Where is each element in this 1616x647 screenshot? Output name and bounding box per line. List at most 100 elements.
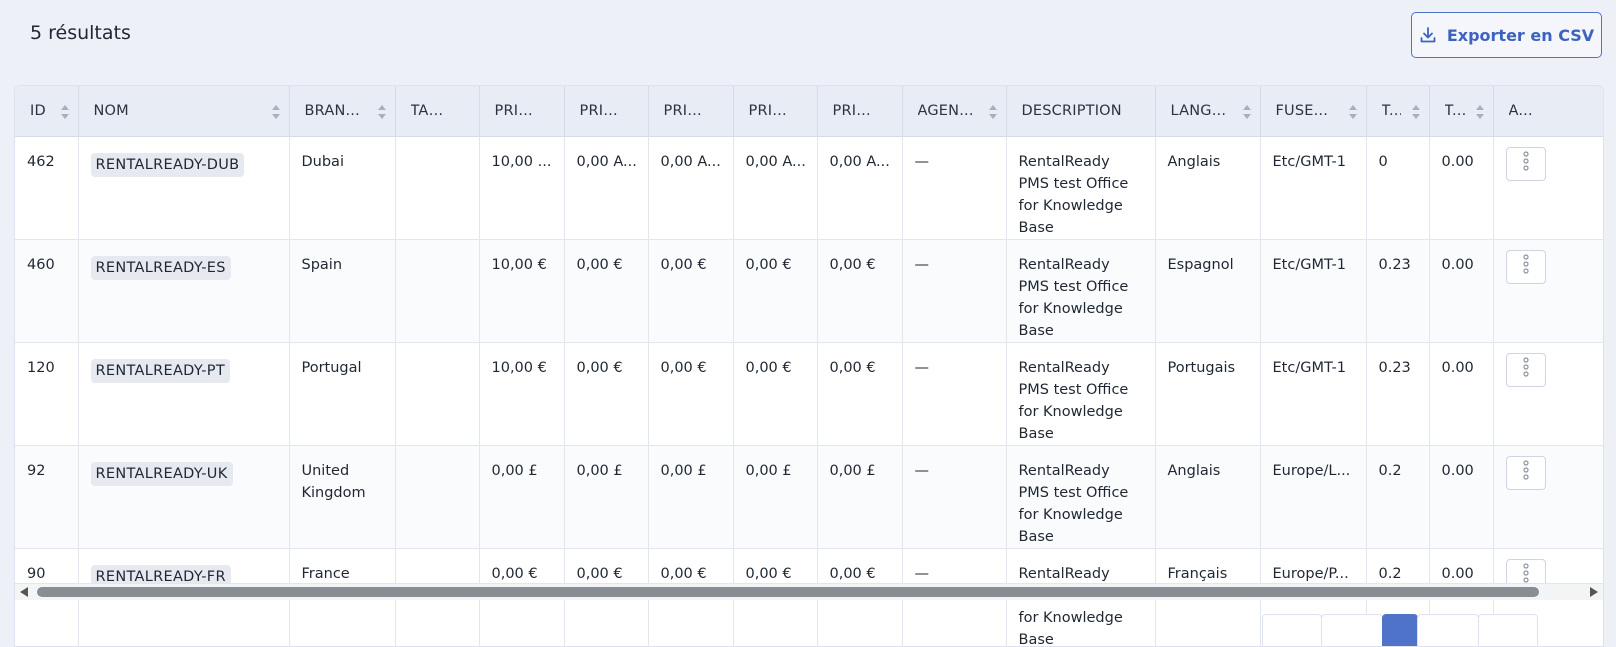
cell-langue: Anglais: [1155, 137, 1260, 240]
row-actions-button[interactable]: [1506, 353, 1546, 387]
scroll-left-arrow-icon[interactable]: [20, 587, 28, 597]
table-row[interactable]: 120RENTALREADY-PTPortugal10,00 €0,00 €0,…: [15, 343, 1603, 446]
column-header-nom[interactable]: NOM: [78, 86, 289, 137]
pagination-button[interactable]: [1417, 614, 1479, 647]
cell-id: 92: [15, 446, 78, 549]
cell-description: RentalReady PMS test Office for Knowledg…: [1006, 446, 1155, 549]
row-actions-button[interactable]: [1506, 147, 1546, 181]
pagination: [1263, 614, 1538, 647]
cell-prix2: 0,00 €: [564, 343, 648, 446]
cell-branch: Spain: [289, 240, 395, 343]
horizontal-scrollbar[interactable]: [15, 583, 1603, 600]
export-csv-button[interactable]: Exporter en CSV: [1411, 12, 1602, 58]
cell-t1: 0.2: [1366, 446, 1429, 549]
cell-t1: 0.23: [1366, 343, 1429, 446]
column-header-label: AGEN...: [918, 103, 974, 119]
cell-prix5: 0,00 £: [817, 446, 902, 549]
column-header-fuseau[interactable]: FUSE...: [1260, 86, 1366, 137]
column-header-langue[interactable]: LANG...: [1155, 86, 1260, 137]
cell-nom: RENTALREADY-PT: [78, 343, 289, 446]
sort-icon[interactable]: [377, 103, 387, 121]
row-actions-button[interactable]: [1506, 456, 1546, 490]
offices-table: ID NOM BRAN... TAXE... PRIX ... PRIX ... PRIX …: [15, 86, 1604, 647]
cell-branch: Dubai: [289, 137, 395, 240]
pagination-current-page[interactable]: [1382, 614, 1418, 647]
cell-nom: RENTALREADY-DUB: [78, 137, 289, 240]
table-row[interactable]: 92RENTALREADY-UKUnited Kingdom0,00 £0,00…: [15, 446, 1603, 549]
cell-prix4: 0,00 A...: [733, 137, 817, 240]
column-header-tax: TAXE...: [395, 86, 479, 137]
pagination-button[interactable]: [1321, 614, 1383, 647]
sort-icon[interactable]: [1242, 103, 1252, 121]
cell-prix4: 0,00 €: [733, 343, 817, 446]
cell-agent: —: [902, 137, 1006, 240]
column-header-id[interactable]: ID: [15, 86, 78, 137]
column-header-description: DESCRIPTION: [1006, 86, 1155, 137]
column-header-actions: A...: [1493, 86, 1603, 137]
more-vertical-icon: [1523, 254, 1529, 281]
column-header-label: BRAN...: [305, 103, 360, 119]
cell-langue: Portugais: [1155, 343, 1260, 446]
cell-t2: 0.00: [1429, 446, 1493, 549]
cell-agent: —: [902, 446, 1006, 549]
cell-prix5: 0,00 €: [817, 343, 902, 446]
cell-branch: United Kingdom: [289, 446, 395, 549]
cell-tax: [395, 240, 479, 343]
cell-prix3: 0,00 £: [648, 446, 733, 549]
scrollbar-thumb[interactable]: [37, 587, 1539, 597]
sort-icon[interactable]: [1348, 103, 1358, 121]
column-header-label: NOM: [94, 103, 129, 119]
table-row[interactable]: 462RENTALREADY-DUBDubai10,00 ...0,00 A..…: [15, 137, 1603, 240]
cell-t2: 0.00: [1429, 343, 1493, 446]
column-header-agent[interactable]: AGEN...: [902, 86, 1006, 137]
cell-actions: [1493, 240, 1603, 343]
cell-t2: 0.00: [1429, 240, 1493, 343]
cell-id: 120: [15, 343, 78, 446]
cell-actions: [1493, 343, 1603, 446]
cell-nom: RENTALREADY-UK: [78, 446, 289, 549]
pagination-button[interactable]: [1478, 614, 1538, 647]
column-header-label: PRIX ...: [833, 103, 874, 119]
sort-icon[interactable]: [60, 103, 70, 121]
sort-icon[interactable]: [1411, 103, 1421, 121]
pagination-button[interactable]: [1262, 614, 1322, 647]
cell-prix1: 10,00 €: [479, 240, 564, 343]
column-header-label: T...: [1445, 103, 1465, 119]
cell-t1: 0.23: [1366, 240, 1429, 343]
cell-fuseau: Etc/GMT-1: [1260, 137, 1366, 240]
column-header-label: PRIX ...: [664, 103, 705, 119]
table-body: 462RENTALREADY-DUBDubai10,00 ...0,00 A..…: [15, 137, 1603, 647]
cell-t1: 0: [1366, 137, 1429, 240]
sort-icon[interactable]: [1475, 103, 1485, 121]
cell-id: 460: [15, 240, 78, 343]
sort-icon[interactable]: [271, 103, 281, 121]
table-row[interactable]: 460RENTALREADY-ESSpain10,00 €0,00 €0,00 …: [15, 240, 1603, 343]
row-actions-button[interactable]: [1506, 250, 1546, 284]
result-count: 5 résultats: [30, 22, 131, 44]
column-header-prix3: PRIX ...: [648, 86, 733, 137]
column-header-label: DESCRIPTION: [1022, 103, 1122, 119]
cell-tax: [395, 343, 479, 446]
column-header-label: PRIX ...: [495, 103, 536, 119]
cell-description: RentalReady PMS test Office for Knowledg…: [1006, 240, 1155, 343]
column-header-label: TAXE...: [411, 103, 451, 119]
cell-branch: Portugal: [289, 343, 395, 446]
cell-fuseau: Etc/GMT-1: [1260, 240, 1366, 343]
cell-prix2: 0,00 €: [564, 240, 648, 343]
column-header-label: FUSE...: [1276, 103, 1329, 119]
column-header-label: T...: [1382, 103, 1401, 119]
cell-id: 462: [15, 137, 78, 240]
sort-icon[interactable]: [988, 103, 998, 121]
scroll-right-arrow-icon[interactable]: [1590, 587, 1598, 597]
office-code-badge: RENTALREADY-PT: [91, 359, 231, 383]
cell-actions: [1493, 446, 1603, 549]
column-header-t1[interactable]: T...: [1366, 86, 1429, 137]
cell-prix4: 0,00 €: [733, 240, 817, 343]
cell-prix4: 0,00 £: [733, 446, 817, 549]
cell-prix3: 0,00 €: [648, 240, 733, 343]
cell-prix5: 0,00 €: [817, 240, 902, 343]
column-header-prix2: PRIX ...: [564, 86, 648, 137]
column-header-branch[interactable]: BRAN...: [289, 86, 395, 137]
cell-fuseau: Europe/L...: [1260, 446, 1366, 549]
column-header-t2[interactable]: T...: [1429, 86, 1493, 137]
